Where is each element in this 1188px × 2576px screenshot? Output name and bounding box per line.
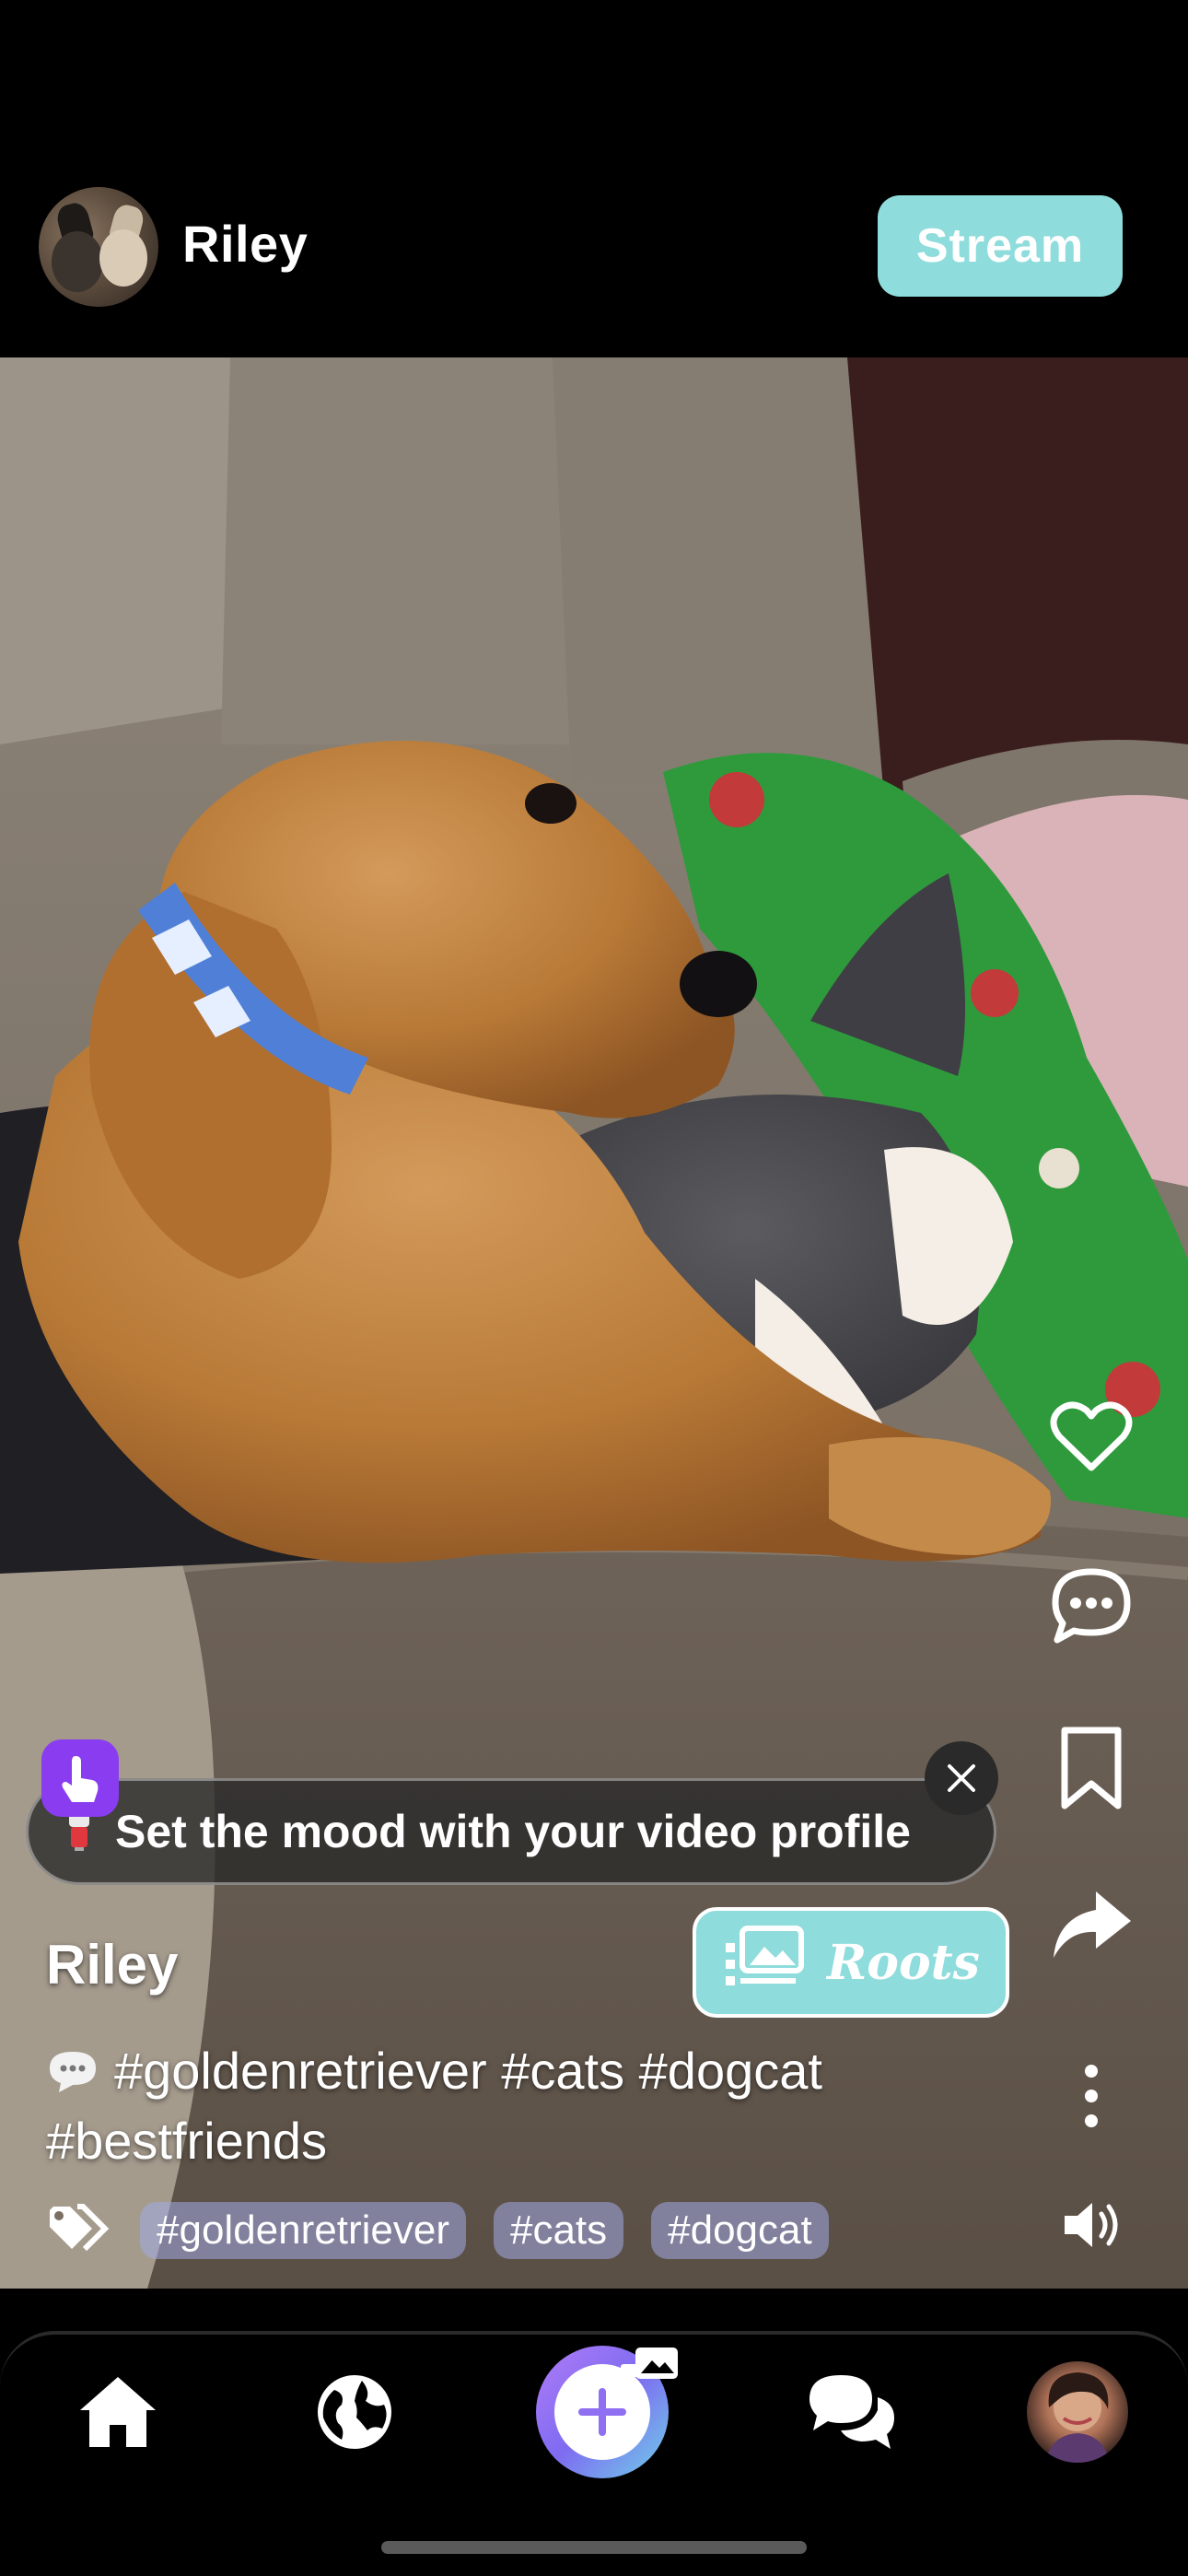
stream-button[interactable]: Stream [878,195,1123,297]
chat-icon[interactable] [801,2361,903,2463]
post-caption: #goldenretriever #cats #dogcat #bestfrie… [46,2036,1022,2176]
more-vertical-icon[interactable] [1050,2055,1133,2137]
home-indicator [381,2541,807,2554]
volume-icon[interactable] [1052,2184,1135,2266]
video-player[interactable] [0,357,1188,2289]
tag-chip[interactable]: #cats [493,2202,624,2259]
post-author[interactable]: Riley [46,1933,178,1996]
tag-chip[interactable]: #goldenretriever [140,2202,466,2259]
tags-row: #goldenretriever #cats #dogcat [46,2200,829,2261]
speech-bubble-icon [46,2042,99,2092]
top-header [0,0,1188,357]
user-avatar[interactable] [39,187,158,307]
media-stack-icon [608,2342,681,2401]
caption-text: #goldenretriever #cats #dogcat #bestfrie… [46,2042,822,2170]
video-frame [0,357,1188,2289]
roots-button[interactable]: Roots [693,1907,1009,2018]
heart-icon[interactable] [1050,1395,1133,1478]
tags-icon [46,2203,112,2259]
globe-icon[interactable] [304,2361,405,2463]
mood-tooltip[interactable]: Set the mood with your video profile [26,1778,996,1885]
tooltip-text: Set the mood with your video profile [115,1806,911,1857]
username[interactable]: Riley [182,214,308,274]
close-icon[interactable] [925,1741,998,1815]
share-icon[interactable] [1050,1883,1133,1966]
bookmark-icon[interactable] [1050,1727,1133,1809]
roots-label: Roots [827,1934,980,1991]
tag-chip[interactable]: #dogcat [651,2202,829,2259]
gallery-icon [722,1925,805,2001]
comment-icon[interactable] [1050,1564,1133,1647]
profile-avatar[interactable] [1027,2361,1128,2463]
tap-hand-icon [41,1739,119,1817]
home-icon[interactable] [67,2361,169,2463]
